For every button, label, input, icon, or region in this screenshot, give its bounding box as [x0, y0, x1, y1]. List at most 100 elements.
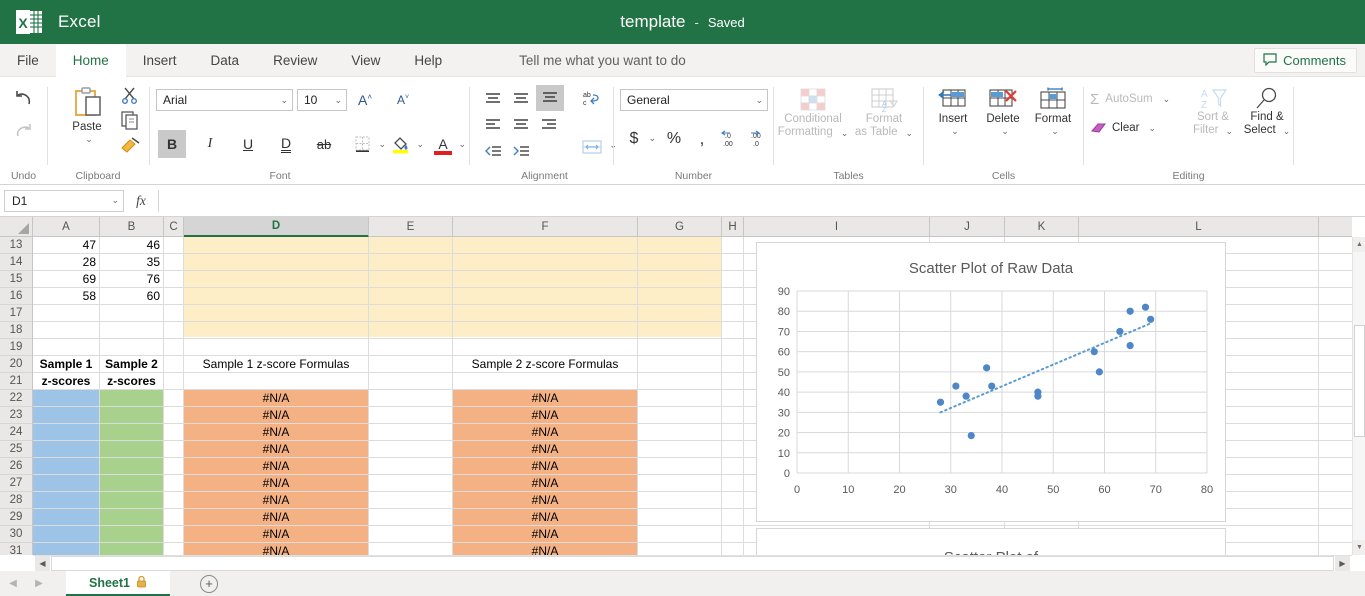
decrease-decimal-button[interactable]: .00 .0: [746, 127, 772, 151]
align-top-button[interactable]: [480, 87, 506, 111]
cell-A20[interactable]: Sample 1: [33, 356, 100, 372]
cell-E25[interactable]: [369, 441, 453, 457]
cell-B18[interactable]: [100, 322, 164, 338]
cell-G30[interactable]: [638, 526, 722, 542]
cell-F13[interactable]: [453, 237, 638, 253]
cell-C16[interactable]: [164, 288, 184, 304]
row-header-27[interactable]: 27: [0, 475, 32, 492]
row-header-20[interactable]: 20: [0, 356, 32, 373]
cell-G17[interactable]: [638, 305, 722, 321]
select-all-corner[interactable]: [0, 217, 33, 237]
cell-D31[interactable]: #N/A: [184, 543, 369, 555]
cell-E27[interactable]: [369, 475, 453, 491]
column-header-D[interactable]: D: [184, 217, 369, 238]
percent-format-button[interactable]: %: [662, 127, 686, 151]
cut-button[interactable]: [116, 85, 144, 105]
cell-E26[interactable]: [369, 458, 453, 474]
cell-A25[interactable]: [33, 441, 100, 457]
cell-B24[interactable]: [100, 424, 164, 440]
cell-H25[interactable]: [722, 441, 744, 457]
cell-D25[interactable]: #N/A: [184, 441, 369, 457]
cell-E15[interactable]: [369, 271, 453, 287]
column-header-H[interactable]: H: [722, 217, 744, 237]
currency-format-button[interactable]: $ ⌄: [622, 127, 646, 151]
document-title[interactable]: template: [620, 12, 685, 32]
insert-function-button[interactable]: fx: [124, 193, 158, 209]
cell-F16[interactable]: [453, 288, 638, 304]
cell-D13[interactable]: [184, 237, 369, 253]
chevron-down-icon[interactable]: ⌄: [1163, 94, 1171, 104]
comma-format-button[interactable]: ,: [690, 127, 714, 151]
merge-cells-button[interactable]: ⌄: [577, 135, 607, 159]
column-header-F[interactable]: F: [453, 217, 638, 237]
cell-E30[interactable]: [369, 526, 453, 542]
cell-A26[interactable]: [33, 458, 100, 474]
scroll-right-button[interactable]: ▶: [1335, 556, 1350, 571]
cell-G14[interactable]: [638, 254, 722, 270]
cell-C20[interactable]: [164, 356, 184, 372]
column-header-J[interactable]: J: [930, 217, 1005, 237]
cell-D27[interactable]: #N/A: [184, 475, 369, 491]
cell-G31[interactable]: [638, 543, 722, 555]
font-color-button[interactable]: A ⌄: [430, 130, 456, 158]
cell-E17[interactable]: [369, 305, 453, 321]
row-header-23[interactable]: 23: [0, 407, 32, 424]
chevron-down-icon[interactable]: ⌄: [1001, 126, 1009, 136]
scroll-left-button[interactable]: ◀: [35, 556, 50, 571]
row-header-13[interactable]: 13: [0, 237, 32, 254]
chevron-down-icon[interactable]: ⌄: [334, 95, 342, 106]
borders-button[interactable]: ⌄: [348, 130, 378, 158]
column-header-I[interactable]: I: [744, 217, 930, 237]
sort-filter-button[interactable]: A Z Sort & Filter ⌄: [1186, 87, 1240, 137]
cell-F20[interactable]: Sample 2 z-score Formulas: [453, 356, 638, 372]
name-box[interactable]: D1 ⌄: [4, 190, 124, 212]
number-format-combo[interactable]: General ⌄: [620, 89, 768, 111]
cell-B25[interactable]: [100, 441, 164, 457]
tab-help[interactable]: Help: [397, 44, 459, 77]
chevron-down-icon[interactable]: ⌄: [1148, 123, 1156, 133]
cell-A15[interactable]: 69: [33, 271, 100, 287]
row-header-29[interactable]: 29: [0, 509, 32, 526]
bold-button[interactable]: B: [158, 130, 186, 158]
column-header-B[interactable]: B: [100, 217, 164, 237]
align-center-button[interactable]: [508, 113, 534, 137]
cell-B28[interactable]: [100, 492, 164, 508]
cell-B26[interactable]: [100, 458, 164, 474]
italic-button[interactable]: I: [196, 130, 224, 158]
cell-H20[interactable]: [722, 356, 744, 372]
cell-D26[interactable]: #N/A: [184, 458, 369, 474]
cell-B17[interactable]: [100, 305, 164, 321]
cell-A29[interactable]: [33, 509, 100, 525]
cell-G29[interactable]: [638, 509, 722, 525]
chevron-down-icon[interactable]: ⌄: [648, 133, 656, 144]
row-header-30[interactable]: 30: [0, 526, 32, 543]
cell-E16[interactable]: [369, 288, 453, 304]
insert-cells-button[interactable]: Insert ⌄: [930, 87, 976, 137]
horizontal-scrollbar[interactable]: ◀ ▶: [33, 555, 1352, 571]
cell-G22[interactable]: [638, 390, 722, 406]
row-header-14[interactable]: 14: [0, 254, 32, 271]
format-as-table-button[interactable]: A Z Format as Table ⌄: [850, 87, 918, 139]
cell-C28[interactable]: [164, 492, 184, 508]
chevron-down-icon[interactable]: ⌄: [111, 195, 119, 206]
increase-decimal-button[interactable]: .0 .00: [718, 127, 744, 151]
cell-F30[interactable]: #N/A: [453, 526, 638, 542]
cell-D15[interactable]: [184, 271, 369, 287]
cell-B30[interactable]: [100, 526, 164, 542]
cell-D19[interactable]: [184, 339, 369, 355]
cell-D22[interactable]: #N/A: [184, 390, 369, 406]
align-right-button[interactable]: [536, 113, 562, 137]
cell-G16[interactable]: [638, 288, 722, 304]
conditional-formatting-button[interactable]: Conditional Formatting ⌄: [778, 87, 848, 139]
cell-H31[interactable]: [722, 543, 744, 555]
cell-C29[interactable]: [164, 509, 184, 525]
cell-H14[interactable]: [722, 254, 744, 270]
cell-C22[interactable]: [164, 390, 184, 406]
cell-F17[interactable]: [453, 305, 638, 321]
chevron-down-icon[interactable]: ⌄: [1226, 126, 1234, 136]
cell-H19[interactable]: [722, 339, 744, 355]
cell-B13[interactable]: 46: [100, 237, 164, 253]
cell-E13[interactable]: [369, 237, 453, 253]
cell-G24[interactable]: [638, 424, 722, 440]
cell-C13[interactable]: [164, 237, 184, 253]
